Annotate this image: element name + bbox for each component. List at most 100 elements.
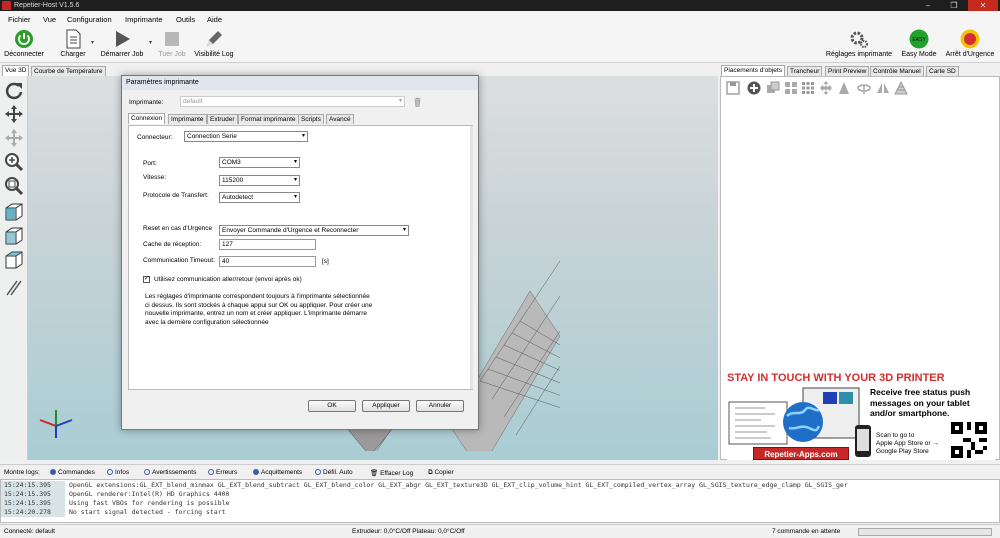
mirror-icon[interactable]	[876, 81, 890, 95]
menu-outils[interactable]: Outils	[176, 15, 195, 24]
cancel-button[interactable]: Annuler	[416, 400, 464, 412]
right-tab-strip: Placements d'objets Trancheur Print Prev…	[720, 65, 1000, 76]
log-opt-infos[interactable]: Infos	[107, 469, 129, 476]
copy-log-button[interactable]: ⧉ Copier	[428, 469, 454, 477]
tab-extruder[interactable]: Extruder	[207, 114, 238, 124]
center-object-icon[interactable]	[819, 81, 833, 95]
minimize-button[interactable]: –	[916, 0, 940, 11]
emergency-stop-button[interactable]: Arrêt d'Urgence	[942, 27, 998, 63]
disconnect-button[interactable]: Déconnecter	[2, 27, 46, 63]
tab-manual-control[interactable]: Contrôle Manuel	[870, 66, 924, 76]
speed-label: Vitesse:	[143, 174, 167, 181]
view-top-icon[interactable]	[4, 250, 24, 270]
log-options-bar: Montre logs: Commandes Infos Avertisseme…	[0, 464, 1000, 478]
connector-label: Connecteur:	[137, 134, 173, 141]
rotate-object-icon[interactable]	[857, 81, 871, 95]
easy-mode-label: Easy Mode	[901, 51, 937, 58]
add-icon[interactable]	[747, 81, 761, 95]
maximize-button[interactable]: ❐	[942, 0, 966, 11]
tab-connexion[interactable]: Connexion	[128, 113, 166, 124]
printer-select[interactable]: default ▾	[180, 96, 405, 107]
move-object-icon[interactable]	[4, 128, 24, 148]
repetier-apps-ad[interactable]: STAY IN TOUCH WITH YOUR 3D PRINTER Recei…	[727, 372, 995, 460]
tab-print-preview[interactable]: Print Preview	[825, 66, 870, 76]
chevron-down-icon: ▾	[301, 133, 305, 139]
ad-headline: STAY IN TOUCH WITH YOUR 3D PRINTER	[727, 372, 945, 384]
gear-icon	[850, 31, 868, 48]
view-iso-icon[interactable]	[4, 202, 24, 222]
printer-settings-dialog: Paramètres imprimante Imprimante: defaul…	[121, 75, 479, 430]
copy-objects-icon[interactable]	[766, 81, 780, 95]
scale-icon[interactable]	[837, 81, 851, 95]
menu-vue[interactable]: Vue	[43, 15, 56, 24]
ad-badge: Repetier-Apps.com	[753, 447, 849, 460]
zoom-fit-icon[interactable]	[4, 176, 24, 196]
tab-slicer[interactable]: Trancheur	[787, 66, 823, 76]
load-label: Charger	[60, 51, 86, 58]
cache-label: Cache de réception:	[143, 241, 202, 248]
connection-status: Connecté: default	[4, 528, 55, 535]
apply-button[interactable]: Appliquer	[362, 400, 410, 412]
reset-select[interactable]: Envoyer Commande d'Urgence et Reconnecte…	[219, 225, 409, 236]
connector-select[interactable]: Connection Serie ▾	[184, 131, 308, 142]
move-icon[interactable]	[4, 104, 24, 124]
log-output[interactable]: 15:24:15.395 OpenGL extensions:GL_EXT_ble…	[0, 479, 1000, 523]
tab-avance[interactable]: Avancé	[326, 114, 354, 124]
menu-fichier[interactable]: Fichier	[8, 15, 31, 24]
menu-aide[interactable]: Aide	[207, 15, 222, 24]
log-opt-commands[interactable]: Commandes	[50, 469, 95, 476]
show-log-label: Visibilité Log	[194, 51, 234, 58]
radio-icon	[144, 469, 150, 475]
log-opt-errors[interactable]: Erreurs	[208, 469, 237, 476]
protocol-select[interactable]: Autodetect ▾	[219, 192, 300, 203]
start-job-button[interactable]: Démarrer Job ▾	[98, 27, 152, 63]
menu-imprimante[interactable]: Imprimante	[125, 15, 163, 24]
load-button[interactable]: Charger ▾	[58, 27, 94, 63]
zoom-in-icon[interactable]	[4, 152, 24, 172]
easy-badge-icon: EASY	[909, 29, 929, 49]
tab-format-imprimante[interactable]: Format imprimante	[238, 114, 299, 124]
chevron-down-icon[interactable]: ▾	[149, 39, 152, 46]
timeout-input[interactable]: 40	[219, 256, 316, 267]
cut-icon[interactable]	[894, 81, 908, 95]
port-select[interactable]: COM3 ▾	[219, 157, 300, 168]
chevron-down-icon[interactable]: ▾	[91, 39, 94, 46]
log-opt-warnings[interactable]: Avertissements	[144, 469, 196, 476]
speed-select[interactable]: 115200 ▾	[219, 175, 300, 186]
connection-tab-body: Connecteur: Connection Serie ▾ Port: COM3…	[128, 125, 473, 390]
grid-icon[interactable]	[801, 81, 815, 95]
right-panel: Placements d'objets Trancheur Print Prev…	[720, 65, 1000, 460]
copy-icon: ⧉	[428, 469, 433, 476]
trash-icon[interactable]	[413, 97, 422, 107]
autoposition-icon[interactable]	[784, 81, 798, 95]
close-button[interactable]: ✕	[968, 0, 998, 11]
cache-input[interactable]: 127	[219, 239, 316, 250]
log-opt-acks[interactable]: Acquittements	[253, 469, 302, 476]
emergency-stop-label: Arrêt d'Urgence	[945, 51, 995, 58]
rotate-icon[interactable]	[4, 80, 24, 100]
ok-button[interactable]: OK	[308, 400, 356, 412]
pingpong-checkbox[interactable]: ✓	[143, 276, 150, 283]
tab-sd-card[interactable]: Carte SD	[926, 66, 959, 76]
clear-log-button[interactable]: 🗑 Effacer Log	[370, 469, 413, 477]
scrollbar[interactable]	[470, 126, 473, 389]
show-log-button[interactable]: Visibilité Log	[191, 27, 237, 63]
temperature-status: Extrudeur: 0,0°C/Off Plateau: 0,0°C/Off	[352, 528, 465, 535]
log-opt-autoscroll[interactable]: Défil. Auto	[315, 469, 353, 476]
radio-icon	[107, 469, 113, 475]
printer-settings-button[interactable]: Réglages imprimante	[822, 27, 896, 63]
view-front-icon[interactable]	[4, 226, 24, 246]
kill-job-button[interactable]: Tuer Job	[156, 27, 188, 63]
tab-object-placement[interactable]: Placements d'objets	[721, 65, 785, 76]
menu-configuration[interactable]: Configuration	[67, 15, 112, 24]
tab-scripts[interactable]: Scripts	[298, 114, 324, 124]
title-bar: Repetier-Host V1.5.6 – ❐ ✕	[0, 0, 1000, 11]
pencil-icon	[207, 31, 222, 46]
disconnect-label: Déconnecter	[4, 51, 44, 58]
parallel-view-icon[interactable]	[4, 278, 24, 298]
easy-mode-button[interactable]: EASY Easy Mode	[899, 27, 939, 63]
tab-temperature-curve[interactable]: Courbe de Température	[31, 66, 106, 76]
tab-imprimante[interactable]: Imprimante	[168, 114, 207, 124]
tab-vue-3d[interactable]: Vue 3D	[2, 65, 30, 76]
save-icon[interactable]	[726, 81, 740, 95]
